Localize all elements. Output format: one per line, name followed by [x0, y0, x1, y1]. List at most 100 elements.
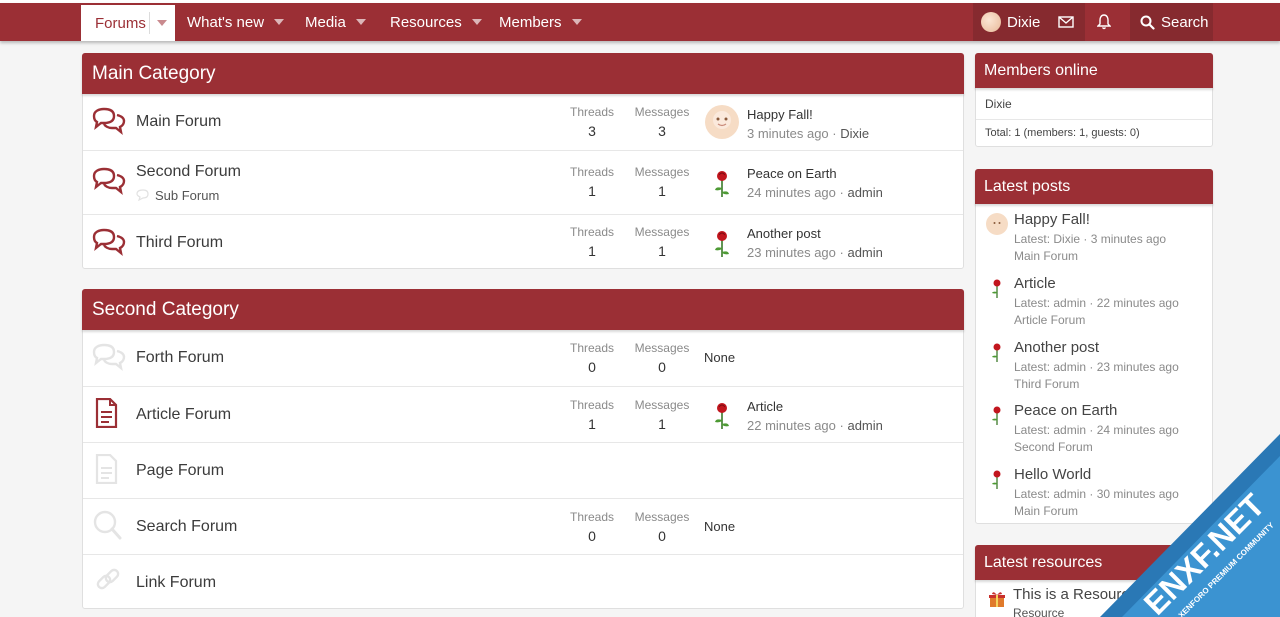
latest-post-title[interactable]: Peace on Earth: [1014, 402, 1117, 419]
chevron-down-icon[interactable]: [471, 19, 482, 25]
avatar: [981, 12, 1001, 32]
messages-stat: Messages 0: [634, 510, 690, 544]
latest-post-meta: Latest: admin · 22 minutes ago: [1014, 296, 1179, 310]
category-title[interactable]: Second Category: [82, 289, 964, 330]
search-button[interactable]: Search: [1130, 3, 1213, 41]
avatar[interactable]: [705, 105, 739, 139]
tab-whats-new[interactable]: What's new: [187, 3, 285, 41]
user-name: Dixie: [1007, 13, 1041, 31]
messages-stat: Messages 3: [634, 105, 690, 139]
last-post: Article 22 minutes ago · admin: [747, 399, 883, 433]
avatar[interactable]: [986, 213, 1008, 235]
forum-name[interactable]: Page Forum: [136, 462, 224, 480]
last-post-time[interactable]: 23 minutes ago: [747, 245, 836, 260]
tab-whats-new-label: What's new: [187, 13, 265, 31]
widget-title[interactable]: Latest posts: [975, 169, 1213, 204]
latest-post-title[interactable]: Hello World: [1014, 466, 1091, 483]
category-main: Main Category Main Forum Threads 3 Messag…: [82, 53, 964, 269]
messages-stat: Messages 1: [634, 165, 690, 199]
latest-post-title[interactable]: Happy Fall!: [1014, 211, 1090, 228]
forum-name[interactable]: Link Forum: [136, 574, 216, 592]
last-post-user[interactable]: admin: [847, 418, 882, 433]
latest-post-forum[interactable]: Third Forum: [1014, 376, 1179, 393]
rose-avatar[interactable]: [705, 226, 739, 260]
last-post-time[interactable]: 22 minutes ago: [747, 418, 836, 433]
inbox-button[interactable]: [1047, 3, 1085, 41]
forum-name[interactable]: Article Forum: [136, 406, 231, 424]
forum-row: Third Forum Threads 1 Messages 1 Another p…: [83, 214, 963, 269]
resource-category[interactable]: Resource: [1013, 606, 1064, 617]
rose-avatar[interactable]: [705, 166, 739, 200]
category-title[interactable]: Main Category: [82, 53, 964, 94]
top-navigation: Forums What's new Media Resources Member…: [0, 3, 1280, 41]
last-post-title[interactable]: Another post: [747, 226, 883, 241]
alerts-button[interactable]: [1085, 3, 1123, 41]
last-post-user[interactable]: admin: [847, 185, 882, 200]
forum-name[interactable]: Second Forum: [136, 163, 241, 181]
forum-row: Second Forum Sub Forum Threads 1 Messages…: [83, 150, 963, 214]
forum-row: Forth Forum Threads 0 Messages 0 None: [83, 330, 963, 386]
bell-icon: [1097, 14, 1111, 30]
user-menu[interactable]: Dixie: [973, 3, 1047, 41]
last-post-time[interactable]: 24 minutes ago: [747, 185, 836, 200]
latest-post-meta: Latest: Dixie · 3 minutes ago: [1014, 232, 1167, 246]
latest-post-title[interactable]: Another post: [1014, 339, 1099, 356]
chevron-down-icon[interactable]: [571, 19, 582, 25]
page-icon: [95, 454, 118, 484]
latest-post-title[interactable]: Article: [1014, 275, 1056, 292]
last-post: Peace on Earth 24 minutes ago · admin: [747, 166, 883, 200]
messages-stat: Messages 0: [634, 341, 690, 375]
threads-stat: Threads 1: [569, 165, 615, 199]
widget-title[interactable]: Members online: [975, 53, 1213, 88]
last-post-user[interactable]: Dixie: [840, 126, 869, 141]
gift-icon: [989, 592, 1005, 607]
forum-name[interactable]: Forth Forum: [136, 349, 224, 367]
latest-post-item: Article Latest: admin · 22 minutes ago Ar…: [984, 275, 1208, 335]
link-icon: [96, 568, 120, 590]
forum-name[interactable]: Search Forum: [136, 518, 237, 536]
search-label: Search: [1161, 13, 1209, 31]
rose-avatar[interactable]: [986, 468, 1008, 490]
forum-chat-icon: [92, 343, 126, 371]
subforum-link[interactable]: Sub Forum: [155, 188, 219, 203]
tab-members-label: Members: [499, 13, 562, 31]
tab-resources[interactable]: Resources: [390, 3, 482, 41]
tab-media[interactable]: Media: [305, 3, 366, 41]
forum-name[interactable]: Third Forum: [136, 234, 223, 252]
forum-row: Article Forum Threads 1 Messages 1 Article…: [83, 386, 963, 442]
latest-post-forum[interactable]: Main Forum: [1014, 248, 1166, 265]
threads-stat: Threads 1: [569, 398, 615, 432]
latest-post-item: Happy Fall! Latest: Dixie · 3 minutes ag…: [984, 211, 1208, 271]
latest-post-forum[interactable]: Article Forum: [1014, 312, 1179, 329]
tab-forums-label: Forums: [95, 14, 146, 32]
chevron-down-icon[interactable]: [156, 20, 167, 26]
watermark-logo: ENXF.NET XENFORO PREMIUM COMMUNITY: [1100, 434, 1280, 617]
forum-row: Page Forum: [83, 442, 963, 498]
online-member[interactable]: Dixie: [985, 97, 1012, 111]
search-forum-icon: [93, 510, 122, 540]
threads-stat: Threads 0: [569, 510, 615, 544]
forum-name[interactable]: Main Forum: [136, 113, 221, 131]
last-post-time[interactable]: 3 minutes ago: [747, 126, 829, 141]
last-post-title[interactable]: Article: [747, 399, 883, 414]
rose-avatar[interactable]: [986, 404, 1008, 426]
last-post-title[interactable]: Happy Fall!: [747, 107, 869, 122]
latest-post-meta: Latest: admin · 23 minutes ago: [1014, 360, 1179, 374]
forum-chat-icon: [92, 107, 126, 135]
last-post-user[interactable]: admin: [847, 245, 882, 260]
tab-forums[interactable]: Forums: [81, 5, 175, 41]
rose-avatar[interactable]: [986, 341, 1008, 363]
forum-chat-icon: [92, 167, 126, 195]
online-total: Total: 1 (members: 1, guests: 0): [985, 127, 1140, 139]
members-online-widget: Members online Dixie Total: 1 (members: …: [975, 53, 1213, 147]
chevron-down-icon[interactable]: [355, 19, 366, 25]
subforum-icon: [136, 189, 149, 201]
tab-members[interactable]: Members: [499, 3, 582, 41]
rose-avatar[interactable]: [705, 398, 739, 432]
last-post-title[interactable]: Peace on Earth: [747, 166, 883, 181]
no-posts: None: [704, 350, 736, 365]
last-post: Happy Fall! 3 minutes ago · Dixie: [747, 107, 870, 141]
chevron-down-icon[interactable]: [274, 19, 285, 25]
messages-stat: Messages 1: [634, 398, 690, 432]
rose-avatar[interactable]: [986, 277, 1008, 299]
